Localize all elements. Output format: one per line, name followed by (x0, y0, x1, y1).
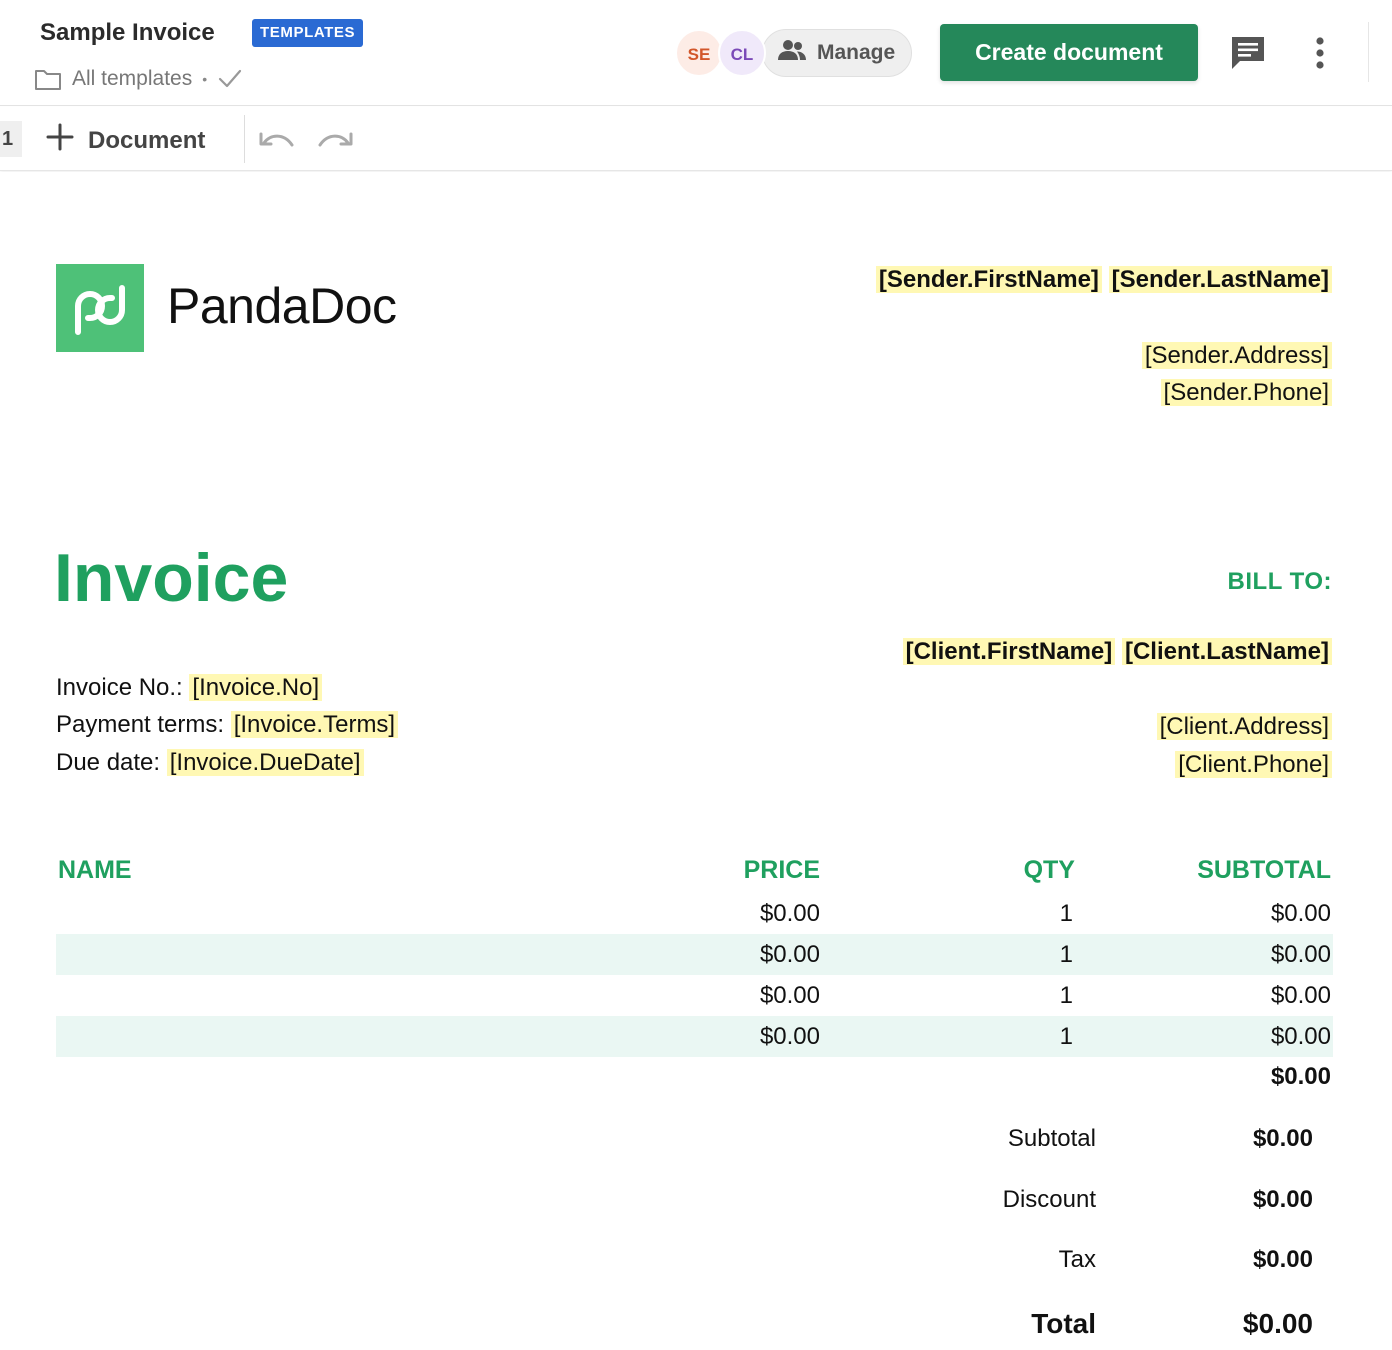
people-icon (777, 38, 807, 68)
table-header-qty: QTY (1023, 856, 1075, 884)
toolbar-divider (244, 115, 245, 163)
client-last-name-field[interactable]: [Client.LastName] (1121, 638, 1332, 665)
payment-terms-label: Payment terms: (56, 711, 225, 738)
cell-qty[interactable]: 1 (1060, 941, 1073, 969)
cell-qty[interactable]: 1 (1060, 900, 1073, 928)
manage-button[interactable]: Manage (762, 29, 912, 77)
add-document-label: Document (88, 126, 206, 154)
header-divider (1368, 22, 1369, 82)
summary-tax-value[interactable]: $0.00 (1253, 1246, 1313, 1274)
cell-subtotal: $0.00 (1270, 982, 1331, 1009)
breadcrumb-all-templates[interactable]: All templates (72, 67, 192, 91)
sender-name: [Sender.FirstName] [Sender.LastName] (875, 266, 1332, 294)
editor-toolbar: 1 Document (0, 107, 1392, 171)
due-date-line: Due date: [Invoice.DueDate] (56, 749, 364, 777)
more-vertical-icon[interactable] (1306, 34, 1334, 72)
cell-subtotal: $0.00 (1270, 1023, 1331, 1050)
table-header-price: PRICE (743, 856, 820, 884)
sender-address: [Sender.Address] (1141, 342, 1332, 370)
summary-subtotal-label: Subtotal (1007, 1125, 1096, 1152)
create-document-button[interactable]: Create document (940, 24, 1198, 81)
invoice-number-line: Invoice No.: [Invoice.No] (56, 674, 323, 702)
cell-price[interactable]: $0.00 (760, 900, 820, 928)
cell-qty[interactable]: 1 (1060, 1023, 1073, 1051)
sender-phone: [Sender.Phone] (1160, 379, 1332, 407)
invoice-number-field[interactable]: [Invoice.No] (189, 674, 323, 701)
sender-phone-field[interactable]: [Sender.Phone] (1160, 379, 1332, 406)
summary-tax-label: Tax (1058, 1246, 1096, 1273)
table-row[interactable]: $0.00 1 $0.00 (56, 893, 1333, 934)
app-header: Sample Invoice TEMPLATES All templates •… (0, 0, 1392, 106)
table-row[interactable]: $0.00 1 $0.00 (56, 1016, 1333, 1057)
payment-terms-field[interactable]: [Invoice.Terms] (230, 711, 399, 738)
summary-subtotal-value: $0.00 (1252, 1125, 1313, 1152)
summary-total-value: $0.00 (1242, 1308, 1313, 1339)
avatar-cl[interactable]: CL (718, 29, 766, 77)
add-document-button[interactable]: Document (46, 123, 205, 158)
due-date-field[interactable]: [Invoice.DueDate] (166, 749, 364, 776)
breadcrumb: All templates • (34, 64, 243, 94)
summary-discount-value[interactable]: $0.00 (1253, 1186, 1313, 1214)
sender-last-name-field[interactable]: [Sender.LastName] (1108, 266, 1332, 293)
table-header-subtotal: SUBTOTAL (1197, 856, 1331, 884)
table-row[interactable]: $0.00 1 $0.00 (56, 934, 1333, 975)
pandadoc-logo-icon (56, 264, 144, 352)
summary-total-label: Total (1031, 1308, 1096, 1339)
table-total: $0.00 (1270, 1063, 1331, 1090)
payment-terms-line: Payment terms: [Invoice.Terms] (56, 711, 399, 739)
page-number[interactable]: 1 (0, 121, 22, 157)
manage-label: Manage (817, 41, 896, 64)
cell-subtotal: $0.00 (1270, 900, 1331, 927)
table-row[interactable]: $0.00 1 $0.00 (56, 975, 1333, 1016)
redo-icon[interactable] (316, 125, 354, 158)
avatar-se[interactable]: SE (675, 29, 723, 77)
comment-icon[interactable] (1229, 34, 1267, 72)
client-address-field[interactable]: [Client.Address] (1156, 713, 1332, 740)
sender-first-name-field[interactable]: [Sender.FirstName] (875, 266, 1102, 293)
summary-discount-label: Discount (1002, 1186, 1096, 1213)
document-canvas: PandaDoc [Sender.FirstName] [Sender.Last… (0, 172, 1392, 1350)
cell-price[interactable]: $0.00 (760, 982, 820, 1010)
client-phone: [Client.Phone] (1175, 751, 1332, 779)
cell-qty[interactable]: 1 (1060, 982, 1073, 1010)
table-header-name: NAME (58, 856, 132, 884)
client-first-name-field[interactable]: [Client.FirstName] (902, 638, 1116, 665)
plus-icon (46, 123, 74, 158)
document-title[interactable]: Sample Invoice (40, 19, 215, 47)
client-phone-field[interactable]: [Client.Phone] (1175, 751, 1332, 778)
breadcrumb-separator: • (202, 71, 208, 87)
templates-badge: TEMPLATES (252, 19, 364, 47)
sender-address-field[interactable]: [Sender.Address] (1141, 342, 1332, 369)
cell-price[interactable]: $0.00 (760, 941, 820, 969)
pandadoc-logo-text: PandaDoc (167, 278, 397, 334)
invoice-heading: Invoice (54, 540, 289, 616)
folder-icon (34, 67, 62, 91)
cell-subtotal: $0.00 (1270, 941, 1331, 968)
undo-icon[interactable] (258, 125, 296, 158)
cell-price[interactable]: $0.00 (760, 1023, 820, 1051)
invoice-number-label: Invoice No.: (56, 674, 183, 701)
due-date-label: Due date: (56, 749, 161, 776)
bill-to-label: BILL TO: (1227, 568, 1332, 595)
client-name: [Client.FirstName] [Client.LastName] (902, 638, 1332, 666)
check-icon (217, 68, 243, 90)
client-address: [Client.Address] (1156, 713, 1332, 741)
